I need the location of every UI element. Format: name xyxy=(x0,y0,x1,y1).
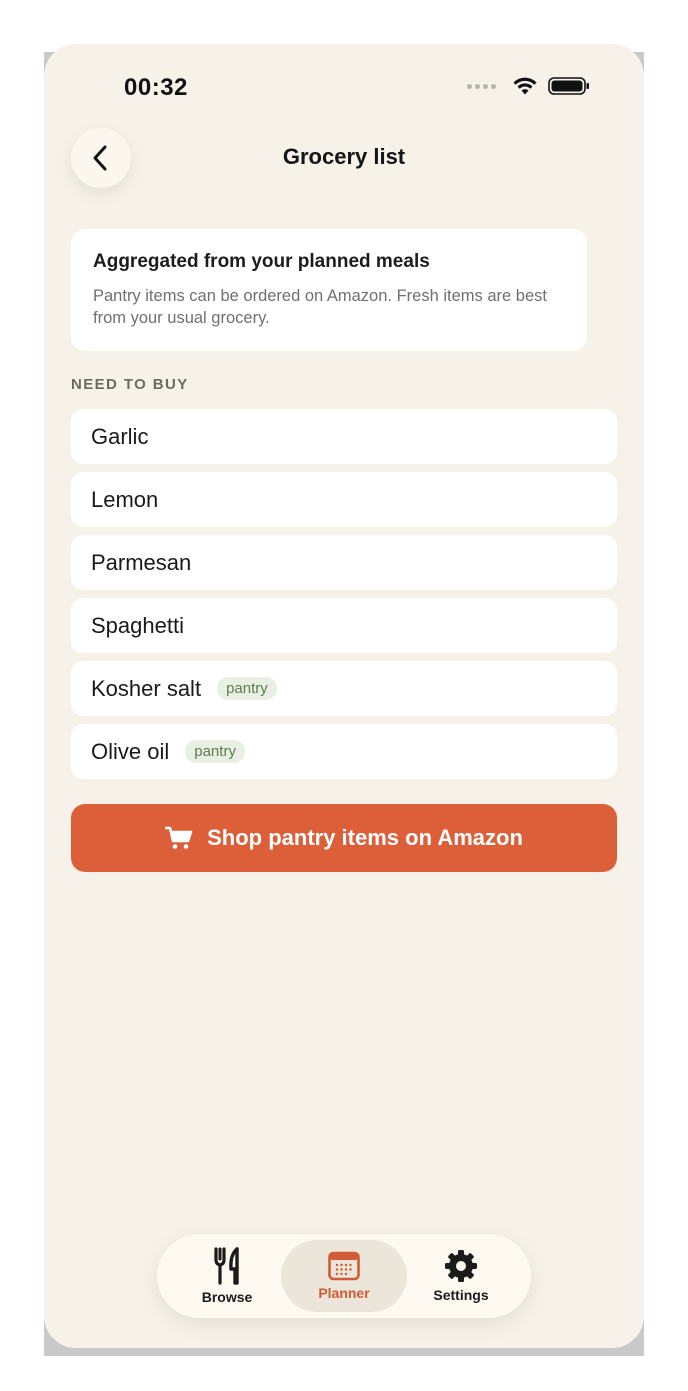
info-card-body: Pantry items can be ordered on Amazon. F… xyxy=(93,287,547,327)
list-item[interactable]: Garlic xyxy=(71,409,617,464)
section-label: NEED TO BUY xyxy=(71,376,189,393)
item-name: Kosher salt xyxy=(91,675,202,701)
status-time: 00:32 xyxy=(124,74,188,101)
item-name: Parmesan xyxy=(91,549,192,575)
page-title: Grocery list xyxy=(282,144,406,169)
gear-icon xyxy=(445,1250,477,1282)
tab-planner[interactable]: Planner xyxy=(281,1240,407,1312)
list-item[interactable]: Olive oil pantry xyxy=(71,724,617,779)
fork-knife-icon xyxy=(214,1247,239,1285)
tab-browse[interactable]: Browse xyxy=(164,1240,290,1312)
tab-label: Browse xyxy=(201,1289,253,1305)
tab-label: Planner xyxy=(318,1285,370,1301)
battery-icon xyxy=(548,77,589,95)
shop-button-label: Shop pantry items on Amazon xyxy=(207,825,523,850)
list-item[interactable]: Parmesan xyxy=(71,535,617,590)
item-name: Olive oil xyxy=(91,738,170,764)
cart-icon xyxy=(165,826,193,849)
item-name: Lemon xyxy=(91,486,159,512)
pantry-badge: pantry xyxy=(185,740,245,763)
info-card: Aggregated from your planned meals Pantr… xyxy=(71,229,587,351)
list-item[interactable]: Lemon xyxy=(71,472,617,527)
item-name: Spaghetti xyxy=(91,612,184,638)
pantry-badge: pantry xyxy=(217,677,277,700)
wifi-icon xyxy=(513,77,537,95)
tab-bar: Browse Planner Settings xyxy=(157,1234,531,1318)
list-item[interactable]: Kosher salt pantry xyxy=(71,661,617,716)
item-name: Garlic xyxy=(91,423,149,449)
phone-screen: 00:32 Grocery list Aggregated from your … xyxy=(44,44,644,1348)
grocery-list: Garlic Lemon Parmesan Spaghetti Kosher s… xyxy=(71,409,617,787)
tab-label: Settings xyxy=(433,1287,489,1303)
list-item[interactable]: Spaghetti xyxy=(71,598,617,653)
tab-settings[interactable]: Settings xyxy=(398,1240,524,1312)
info-card-title: Aggregated from your planned meals xyxy=(93,251,430,272)
signal-icon xyxy=(467,83,496,89)
shop-amazon-button[interactable]: Shop pantry items on Amazon xyxy=(71,804,617,872)
calendar-icon xyxy=(328,1251,360,1281)
status-icons xyxy=(467,76,590,96)
